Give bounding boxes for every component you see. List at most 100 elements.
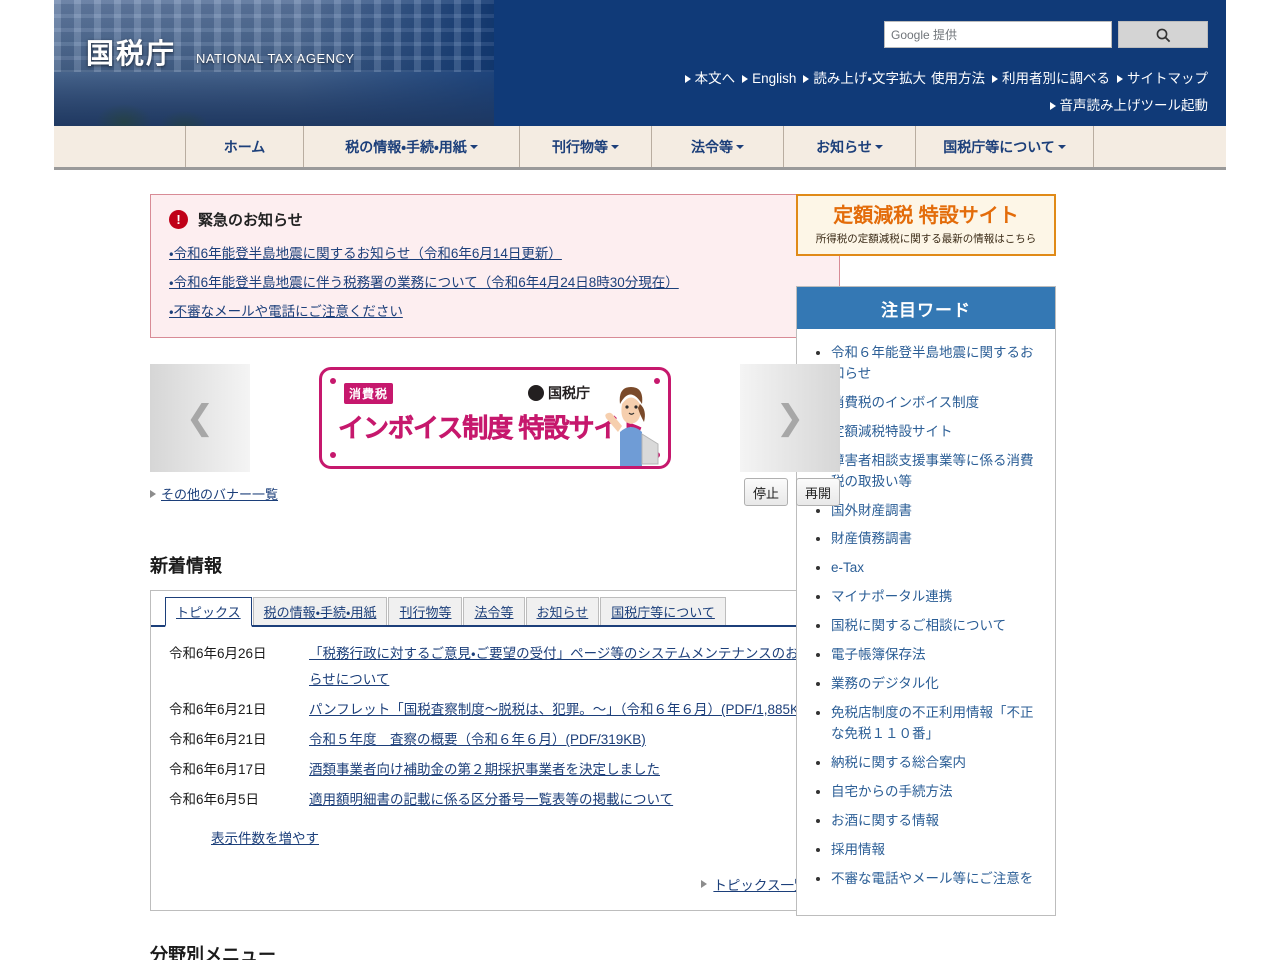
list-item: 財産債務調書 [831, 529, 1041, 550]
tab-laws[interactable]: 法令等 [463, 597, 525, 625]
utility-nav-row-1: 本文へ English 読み上げ・文字拡大 使用方法 利用者別に調べる サイトマ… [684, 68, 1208, 89]
keyword-link[interactable]: e-Tax [831, 560, 864, 575]
banner-headline: インボイス制度 特設サイト [338, 413, 645, 444]
keyword-link[interactable]: 免税店制度の不正利用情報「不正な免税１１０番」 [831, 705, 1034, 741]
util-link-voice-tool[interactable]: 音声読み上げツール起動 [1049, 95, 1209, 116]
keyword-link[interactable]: 納税に関する総合案内 [831, 755, 966, 770]
emergency-link-2[interactable]: ・令和6年能登半島地震に伴う税務署の業務について（令和6年4月24日8時30分現… [169, 275, 679, 290]
chevron-down-icon [469, 144, 478, 149]
util-link-readaloud[interactable]: 読み上げ・文字拡大 [803, 68, 926, 89]
util-link-label: English [752, 71, 797, 86]
gnav-tail [1094, 126, 1226, 167]
list-item: 国税に関するご相談について [831, 616, 1041, 637]
news-date: 令和6年6月5日 [169, 792, 260, 807]
keyword-link[interactable]: 定額減税特設サイト [831, 424, 953, 439]
banner-tag-label: 消費税 [344, 383, 394, 404]
gnav-item-home[interactable]: ホーム [186, 126, 304, 167]
news-link[interactable]: 「税務行政に対するご意見・ご要望の受付」ページ等のシステムメンテナンスのお知らせ… [309, 641, 819, 693]
news-footer: トピックス一覧へ [151, 850, 839, 910]
news-link[interactable]: 令和５年度 査察の概要（令和６年６月）(PDF/319KB) [309, 727, 646, 753]
gnav-item-publications[interactable]: 刊行物等 [520, 126, 652, 167]
utility-nav-row-2: 音声読み上げツール起動 [685, 95, 1208, 116]
tab-about[interactable]: 国税庁等について [600, 597, 726, 625]
gnav-label: お知らせ [816, 138, 872, 155]
keyword-link[interactable]: 財産債務調書 [831, 531, 912, 546]
util-link-label: 本文へ [694, 71, 736, 86]
list-item: ・不審なメールや電話にご注意ください [169, 300, 821, 320]
gnav-spacer [54, 126, 186, 167]
news-date: 令和6年6月21日 [169, 732, 267, 747]
keyword-link[interactable]: 不審な電話やメール等にご注意を [831, 871, 1033, 886]
keyword-link[interactable]: 消費税のインボイス制度 [831, 395, 979, 410]
carousel-prev-button[interactable]: ❮ [150, 364, 250, 472]
promo-banner-subtitle: 所得税の定額減税に関する最新の情報はこちら [815, 232, 1037, 245]
search-button[interactable] [1118, 21, 1208, 48]
util-link-usage[interactable]: 使用方法 [931, 68, 985, 89]
show-more-button[interactable]: 表示件数を増やす [211, 831, 319, 846]
search-input[interactable] [884, 21, 1112, 48]
gnav-label: 税の情報・手続・用紙 [345, 138, 467, 155]
keyword-link[interactable]: 国外財産調書 [831, 503, 912, 518]
carousel-next-button[interactable]: ❯ [740, 364, 840, 472]
news-show-more-row: 表示件数を増やす [169, 817, 823, 848]
carousel-stop-button[interactable]: 停止 [744, 478, 788, 506]
emergency-link-1[interactable]: ・令和6年能登半島地震に関するお知らせ（令和6年6月14日更新） [169, 246, 562, 261]
keyword-link[interactable]: 電子帳簿保存法 [831, 647, 926, 662]
emergency-header: ! 緊急のお知らせ [169, 209, 821, 230]
keyword-link[interactable]: マイナポータル連携 [831, 589, 952, 604]
news-tabs: トピックス 税の情報・手続・用紙 刊行物等 法令等 お知らせ 国税庁等について [151, 591, 839, 627]
util-link-sitemap[interactable]: サイトマップ [1117, 68, 1208, 89]
table-row: 令和6年6月5日 適用額明細書の記載に係る区分番号一覧表等の掲載について [169, 787, 823, 813]
news-link[interactable]: 酒類事業者向け補助金の第２期採択事業者を決定しました [309, 757, 660, 783]
agency-seal-icon [528, 385, 544, 401]
list-item: 国外財産調書 [831, 501, 1041, 522]
tab-notices[interactable]: お知らせ [525, 597, 600, 625]
banner-agency-label: 国税庁 [548, 385, 590, 401]
emergency-list: ・令和6年能登半島地震に関するお知らせ（令和6年6月14日更新） ・令和6年能登… [169, 242, 821, 320]
keyword-link[interactable]: 国税に関するご相談について [831, 618, 1006, 633]
util-link-honbun[interactable]: 本文へ [684, 68, 736, 89]
list-item: 電子帳簿保存法 [831, 645, 1041, 666]
util-link-label: 音声読み上げツール起動 [1059, 98, 1209, 113]
list-item: お酒に関する情報 [831, 811, 1041, 832]
tab-topics[interactable]: トピックス [165, 597, 252, 627]
news-link[interactable]: パンフレット「国税査察制度～脱税は、犯罪。～」（令和６年６月）(PDF/1,88… [309, 697, 813, 723]
table-row: 令和6年6月21日 令和５年度 査察の概要（令和６年６月）(PDF/319KB) [169, 727, 823, 753]
list-item: 免税店制度の不正利用情報「不正な免税１１０番」 [831, 703, 1041, 745]
brand-name-jp: 国税庁 [86, 38, 177, 69]
util-link-english[interactable]: English [742, 68, 796, 89]
gnav-item-tax-info[interactable]: 税の情報・手続・用紙 [304, 126, 520, 167]
gnav-item-about[interactable]: 国税庁等について [916, 126, 1094, 167]
global-navigation: ホーム 税の情報・手続・用紙 刊行物等 法令等 お知らせ 国税庁等について [54, 126, 1226, 170]
emergency-link-3[interactable]: ・不審なメールや電話にご注意ください [169, 304, 403, 319]
keyword-link[interactable]: お酒に関する情報 [831, 813, 939, 828]
triangle-right-icon [1049, 101, 1056, 110]
chevron-down-icon [1057, 144, 1066, 149]
tab-publications[interactable]: 刊行物等 [388, 597, 463, 625]
util-link-by-user[interactable]: 利用者別に調べる [992, 68, 1110, 89]
keyword-link[interactable]: 自宅からの手続方法 [831, 784, 953, 799]
keyword-link[interactable]: 業務のデジタル化 [831, 676, 939, 691]
tab-tax-info[interactable]: 税の情報・手続・用紙 [252, 597, 388, 625]
promo-banner-title: 定額減税 特設サイト [833, 204, 1019, 227]
gnav-item-notices[interactable]: お知らせ [784, 126, 916, 167]
banner-invoice-site[interactable]: 消費税 国税庁 インボイス制度 特設サイト [319, 367, 671, 469]
news-section-title: 新着情報 [150, 556, 222, 576]
list-item: 不審な電話やメール等にご注意を [831, 869, 1041, 890]
right-sidebar: 定額減税 特設サイト 所得税の定額減税に関する最新の情報はこちら 注目ワード 令… [796, 194, 1082, 960]
keyword-link[interactable]: 障害者相談支援事業等に係る消費税の取扱い等 [831, 453, 1034, 489]
news-link[interactable]: 適用額明細書の記載に係る区分番号一覧表等の掲載について [309, 787, 673, 813]
other-banners-link[interactable]: その他のバナー一覧 [150, 484, 278, 503]
alert-icon: ! [169, 210, 188, 229]
keyword-link[interactable]: 令和６年能登半島地震に関するお知らせ [831, 345, 1034, 381]
carousel-resume-button[interactable]: 再開 [796, 478, 840, 506]
keyword-link[interactable]: 採用情報 [831, 842, 885, 857]
promo-banner-fixed-tax-cut[interactable]: 定額減税 特設サイト 所得税の定額減税に関する最新の情報はこちら [796, 194, 1056, 256]
gnav-item-laws[interactable]: 法令等 [652, 126, 784, 167]
site-logo[interactable]: 国税庁 NATIONAL TAX AGENCY [86, 32, 355, 72]
news-date: 令和6年6月26日 [169, 646, 267, 661]
triangle-right-icon [150, 489, 156, 498]
brand-name-en: NATIONAL TAX AGENCY [196, 51, 355, 66]
utility-nav: 本文へ English 読み上げ・文字拡大 使用方法 利用者別に調べる サイトマ… [684, 68, 1208, 116]
list-item: ・令和6年能登半島地震に伴う税務署の業務について（令和6年4月24日8時30分現… [169, 271, 821, 291]
